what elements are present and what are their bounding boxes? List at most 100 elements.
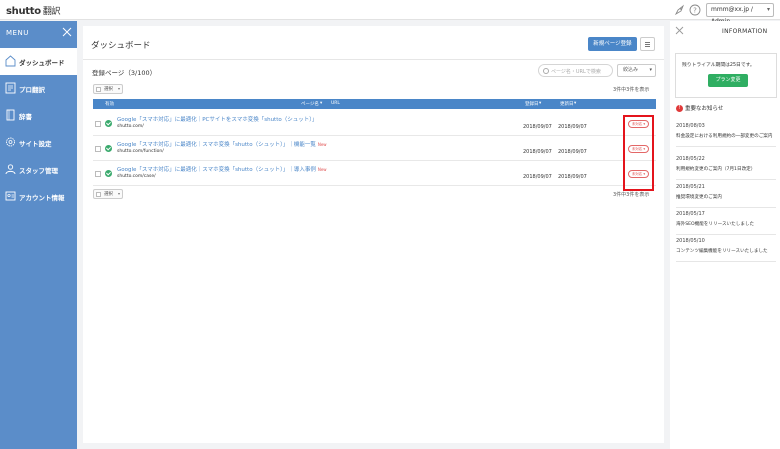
news-text[interactable]: 海外SEO機能をリリースいたしました [676, 221, 754, 227]
header-url[interactable]: URL [331, 101, 340, 106]
divider [83, 59, 664, 60]
close-icon[interactable] [62, 27, 72, 37]
news-date: 2018/05/22 [676, 156, 705, 162]
alert-icon: ! [676, 105, 683, 112]
sort-icon: ▾ [574, 101, 577, 106]
sidebar-header: MENU [0, 21, 77, 45]
highlight-box [623, 115, 654, 191]
bulk-select-top[interactable]: 選択 ▾ [93, 84, 123, 94]
news-item[interactable]: 2018/05/22 利用規約変更のご案内（7月1日改定） [676, 156, 776, 180]
registered-date: 2018/09/07 [523, 174, 552, 180]
new-badge: New [317, 142, 327, 147]
news-item[interactable]: 2018/05/21 推奨環境変更のご案内 [676, 184, 776, 208]
news-date: 2018/05/21 [676, 184, 705, 190]
svg-text:?: ? [693, 7, 697, 15]
header-status: 有効 [105, 102, 114, 107]
help-icon[interactable]: ? [689, 4, 701, 16]
updated-date: 2018/09/07 [558, 149, 587, 155]
registered-pages-count: 登録ページ（3/100） [92, 69, 157, 77]
sidebar-item-account[interactable]: アカウント情報 [0, 183, 77, 210]
sidebar-item-label: スタッフ管理 [19, 167, 58, 175]
menu-button[interactable] [640, 37, 655, 51]
news-text[interactable]: コンテンツ編集機能をリリースいたしました [676, 248, 768, 254]
news-item[interactable]: 2018/08/03 料金設定における利用規約の一部変更のご案内 [676, 123, 776, 147]
sidebar-item-pro-translation[interactable]: プロ翻訳 [0, 75, 77, 102]
news-item[interactable]: 2018/05/10 コンテンツ編集機能をリリースいたしました [676, 238, 776, 262]
pro-translation-icon [5, 82, 16, 94]
page-title: ダッシュボード [91, 41, 151, 51]
select-all-checkbox[interactable] [96, 87, 101, 92]
header-updated[interactable]: 更新日 [560, 101, 574, 107]
sort-icon: ▾ [539, 101, 542, 106]
row-checkbox[interactable] [95, 146, 101, 152]
header-registered[interactable]: 登録日 [525, 101, 539, 107]
updated-date: 2018/09/07 [558, 124, 587, 130]
search-icon [543, 68, 549, 74]
bulk-select-bottom[interactable]: 選択 ▾ [93, 189, 123, 199]
row-checkbox[interactable] [95, 171, 101, 177]
search-input[interactable]: ページ名・URLで検索 [538, 64, 613, 77]
table-row[interactable]: Google「スマホ対応」に最適化｜スマホ変換「shutto（シュット）」｜機能… [93, 137, 656, 161]
sidebar-item-label: 辞書 [19, 113, 32, 121]
rocket-icon[interactable] [674, 4, 686, 16]
sidebar-item-dashboard[interactable]: ダッシュボード [0, 48, 77, 75]
new-page-button[interactable]: 新規ページ登録 [588, 37, 637, 51]
information-title: INFORMATION [722, 28, 768, 35]
trial-box: 残りトライアル期間は25日です。 プラン変更 [675, 53, 777, 98]
important-notice-heading: ! 重要なお知らせ [676, 104, 723, 112]
chevron-down-icon: ▾ [117, 86, 120, 91]
sidebar-item-dictionary[interactable]: 辞書 [0, 102, 77, 129]
dictionary-icon [6, 109, 15, 121]
account-icon [5, 191, 16, 201]
news-item[interactable]: 2018/05/17 海外SEO機能をリリースいたしました [676, 211, 776, 235]
new-badge: New [317, 167, 327, 172]
table-row[interactable]: Google「スマホ対応」に最適化｜PCサイトをスマホ変換「shutto（シュッ… [93, 112, 656, 136]
staff-icon [5, 164, 16, 175]
information-panel: INFORMATION 残りトライアル期間は25日です。 プラン変更 ! 重要なお… [670, 21, 780, 449]
table-row[interactable]: Google「スマホ対応」に最適化｜スマホ変換「shutto（シュット）」｜導入… [93, 162, 656, 186]
user-menu-button[interactable]: mmm@xx.jp / Admin▾ [706, 3, 774, 25]
select-all-checkbox[interactable] [96, 192, 101, 197]
page-title-link[interactable]: Google「スマホ対応」に最適化｜スマホ変換「shutto（シュット）」｜機能… [117, 140, 327, 148]
chevron-down-icon: ▾ [649, 67, 652, 73]
sidebar-item-label: ダッシュボード [19, 59, 65, 67]
news-date: 2018/05/17 [676, 211, 705, 217]
home-icon [5, 55, 16, 67]
news-date: 2018/08/03 [676, 123, 705, 129]
news-text[interactable]: 推奨環境変更のご案内 [676, 194, 722, 200]
change-plan-button[interactable]: プラン変更 [708, 74, 748, 87]
page-url: shutto.com/function/ [117, 149, 164, 154]
filter-select[interactable]: 絞込み ▾ [617, 64, 656, 77]
menu-icon [645, 42, 650, 43]
sort-icon: ▾ [320, 101, 323, 106]
registered-date: 2018/09/07 [523, 124, 552, 130]
search-placeholder: ページ名・URLで検索 [551, 69, 601, 75]
app-logo[interactable]: shutto 翻訳 [6, 4, 61, 17]
check-circle-icon [105, 120, 112, 127]
top-bar: shutto翻訳 ? mmm@xx.jp / Admin▾ [0, 0, 780, 25]
sidebar-item-site-settings[interactable]: サイト設定 [0, 129, 77, 156]
sidebar-item-label: アカウント情報 [19, 194, 65, 202]
header-page-name[interactable]: ページ名 [301, 101, 319, 107]
row-checkbox[interactable] [95, 121, 101, 127]
main-content: ダッシュボード 新規ページ登録 登録ページ（3/100） ページ名・URLで検索… [83, 26, 664, 443]
table-header: 有効 ページ名 ▾ URL 登録日 ▾ 更新日 ▾ [93, 99, 656, 109]
news-date: 2018/05/10 [676, 238, 705, 244]
chevron-down-icon: ▾ [117, 191, 120, 196]
gear-icon [6, 137, 15, 147]
close-icon[interactable] [675, 26, 684, 35]
sidebar-item-label: プロ翻訳 [19, 86, 45, 94]
page-title-link[interactable]: Google「スマホ対応」に最適化｜スマホ変換「shutto（シュット）」｜導入… [117, 165, 327, 173]
sidebar-item-staff[interactable]: スタッフ管理 [0, 156, 77, 183]
result-count-top: 3件中3件を表示 [613, 87, 650, 93]
sidebar-item-label: サイト設定 [19, 140, 52, 148]
news-text[interactable]: 利用規約変更のご案内（7月1日改定） [676, 166, 755, 172]
page-url: shutto.com/ [117, 124, 144, 129]
page-url: shutto.com/case/ [117, 174, 156, 179]
check-circle-icon [105, 170, 112, 177]
news-text[interactable]: 料金設定における利用規約の一部変更のご案内 [676, 133, 772, 139]
sidebar: MENU ダッシュボード プロ翻訳 辞書 サイト設定 スタッフ管理 アカウント情… [0, 21, 77, 449]
page-title-link[interactable]: Google「スマホ対応」に最適化｜PCサイトをスマホ変換「shutto（シュッ… [117, 115, 318, 123]
menu-title: MENU [6, 29, 29, 37]
updated-date: 2018/09/07 [558, 174, 587, 180]
